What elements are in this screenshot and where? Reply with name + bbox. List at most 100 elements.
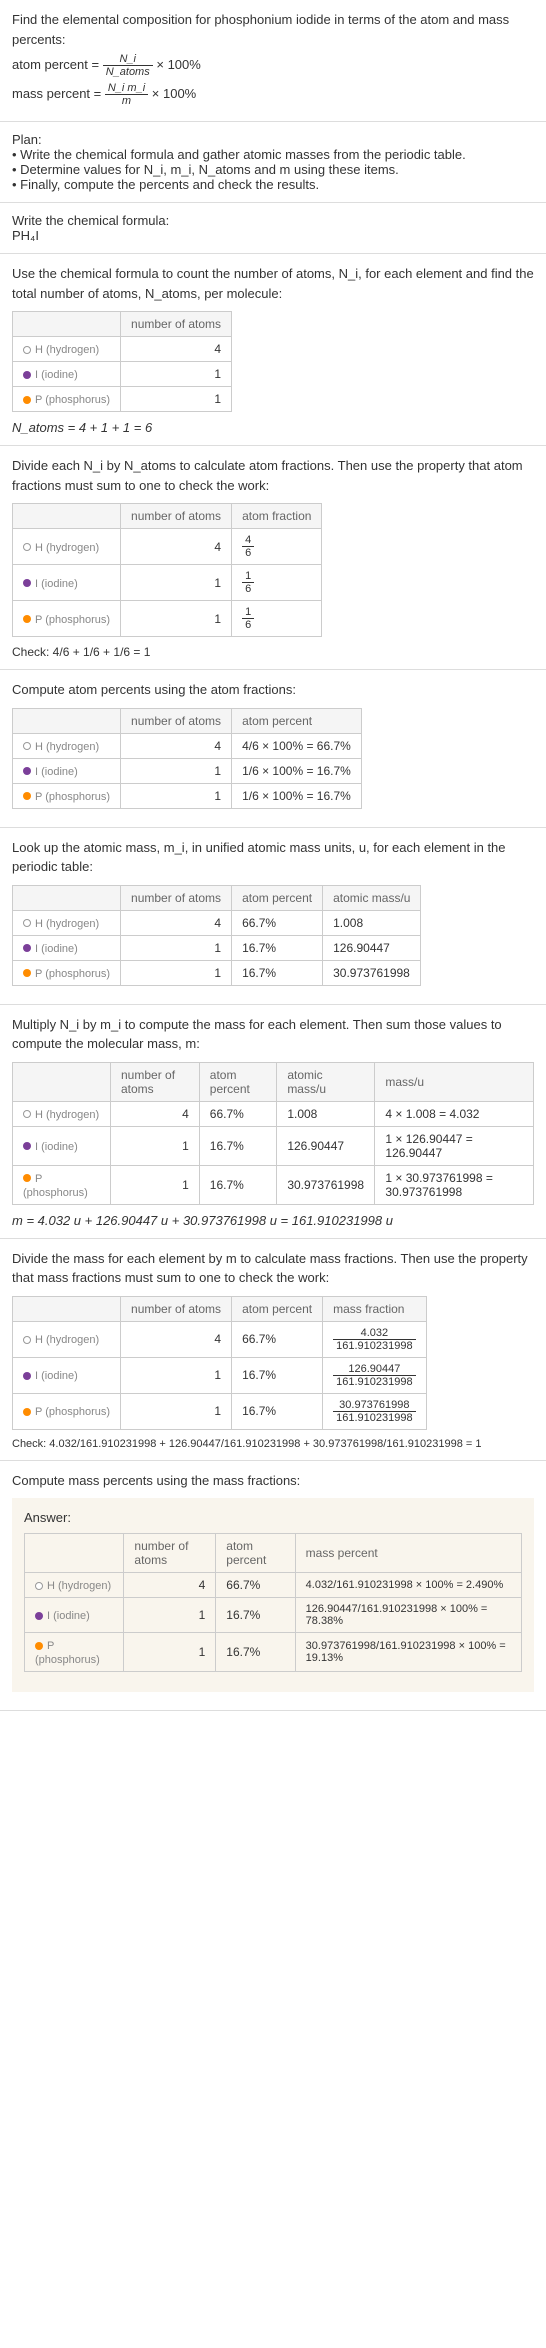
h-label: H (hydrogen) (47, 1580, 111, 1592)
plan-section: Plan: • Write the chemical formula and g… (0, 122, 546, 203)
mass-pct-label: mass percent = (12, 86, 105, 101)
count-text: Use the chemical formula to count the nu… (12, 264, 534, 303)
p-masspct: 30.973761998/161.910231998 × 100% = 19.1… (295, 1633, 521, 1672)
header-atoms: number of atoms (111, 1062, 200, 1101)
frac-num: N_i m_i (105, 82, 148, 95)
hydrogen-dot-icon (23, 919, 31, 927)
mass-percent-formula: mass percent = N_i m_i m × 100% (12, 82, 534, 107)
i-massfrac: 126.90447161.910231998 (333, 1363, 415, 1388)
atompct-text: Compute atom percents using the atom fra… (12, 680, 534, 700)
i-atoms: 1 (121, 935, 232, 960)
p-label: P (phosphorus) (23, 1173, 88, 1199)
i-pct: 16.7% (232, 935, 323, 960)
phosphorus-dot-icon (23, 615, 31, 623)
h-label: H (hydrogen) (35, 918, 99, 930)
p-atoms: 1 (111, 1165, 200, 1204)
p-atoms: 1 (121, 601, 232, 637)
frac-den: 161.910231998 (333, 1376, 415, 1388)
header-massfrac: mass fraction (323, 1296, 426, 1321)
h-label: H (hydrogen) (35, 741, 99, 753)
i-label: I (iodine) (35, 943, 78, 955)
h-pct: 66.7% (232, 1321, 323, 1357)
frac-num: 4.032 (333, 1327, 415, 1340)
atom-pct-fraction: N_i N_atoms (103, 53, 153, 78)
atom-fraction-table: number of atomsatom fraction H (hydrogen… (12, 503, 322, 637)
p-fraction: 16 (242, 606, 254, 631)
h-fraction: 46 (242, 534, 254, 559)
frac-num: 30.973761998 (333, 1399, 415, 1412)
header-masspct: mass percent (295, 1534, 521, 1573)
i-label: I (iodine) (35, 1141, 78, 1153)
table-row: H (hydrogen)4 (13, 337, 232, 362)
molecular-mass-section: Multiply N_i by m_i to compute the mass … (0, 1005, 546, 1239)
iodine-dot-icon (23, 944, 31, 952)
frac-den: 6 (242, 547, 254, 559)
iodine-dot-icon (35, 1612, 43, 1620)
hydrogen-dot-icon (23, 1110, 31, 1118)
table-row: P (phosphorus)116 (13, 601, 322, 637)
i-label: I (iodine) (35, 1370, 78, 1382)
atomfrac-text: Divide each N_i by N_atoms to calculate … (12, 456, 534, 495)
p-label: P (phosphorus) (35, 614, 110, 626)
frac-den: N_atoms (103, 66, 153, 78)
atom-fraction-section: Divide each N_i by N_atoms to calculate … (0, 446, 546, 670)
i-atoms: 1 (111, 1126, 200, 1165)
mass-fraction-section: Divide the mass for each element by m to… (0, 1239, 546, 1461)
hydrogen-dot-icon (23, 543, 31, 551)
masspct-text: Compute mass percents using the mass fra… (12, 1471, 534, 1491)
frac-num: 1 (242, 606, 254, 619)
table-row: I (iodine)116 (13, 565, 322, 601)
times-100: × 100% (156, 57, 200, 72)
i-mass: 126.90447 (323, 935, 421, 960)
table-row: H (hydrogen)466.7%4.032161.910231998 (13, 1321, 427, 1357)
table-row: H (hydrogen)466.7%4.032/161.910231998 × … (25, 1573, 522, 1598)
iodine-dot-icon (23, 767, 31, 775)
formula-heading: Write the chemical formula: (12, 213, 534, 228)
p-atoms: 1 (121, 783, 232, 808)
i-fraction: 16 (242, 570, 254, 595)
i-label: I (iodine) (47, 1610, 90, 1622)
plan-step1: • Write the chemical formula and gather … (12, 147, 534, 162)
h-label: H (hydrogen) (35, 344, 99, 356)
header-atoms: number of atoms (121, 1296, 232, 1321)
frac-num: 126.90447 (333, 1363, 415, 1376)
atomic-mass-section: Look up the atomic mass, m_i, in unified… (0, 828, 546, 1005)
formula-section: Write the chemical formula: PH₄I (0, 203, 546, 254)
header-pct: atom percent (216, 1534, 295, 1573)
p-atoms: 1 (121, 960, 232, 985)
phosphorus-dot-icon (23, 792, 31, 800)
p-label: P (phosphorus) (35, 791, 110, 803)
i-mass: 126.90447 (277, 1126, 375, 1165)
i-atoms: 1 (121, 362, 232, 387)
p-pct: 16.7% (232, 1393, 323, 1429)
phosphorus-dot-icon (23, 1174, 31, 1182)
h-pct: 4/6 × 100% = 66.7% (232, 733, 362, 758)
frac-num: 1 (242, 570, 254, 583)
header-atoms: number of atoms (121, 708, 232, 733)
table-row: I (iodine) 116.7%126.90447 (13, 935, 421, 960)
phosphorus-dot-icon (35, 1642, 43, 1650)
h-masspct: 4.032/161.910231998 × 100% = 2.490% (295, 1573, 521, 1598)
p-mass: 30.973761998 (277, 1165, 375, 1204)
frac-den: m (105, 95, 148, 107)
atomic-mass-table: number of atomsatom percentatomic mass/u… (12, 885, 421, 986)
header-massu: mass/u (375, 1062, 534, 1101)
frac-den: 161.910231998 (333, 1412, 415, 1424)
hydrogen-dot-icon (23, 1336, 31, 1344)
phosphorus-dot-icon (23, 396, 31, 404)
p-label: P (phosphorus) (35, 1406, 110, 1418)
mass-percent-section: Compute mass percents using the mass fra… (0, 1461, 546, 1712)
answer-box: Answer: number of atomsatom percentmass … (12, 1498, 534, 1692)
atoms-count-table: number of atoms H (hydrogen)4 I (iodine)… (12, 311, 232, 412)
atom-pct-label: atom percent = (12, 57, 103, 72)
intro-section: Find the elemental composition for phosp… (0, 0, 546, 122)
h-pct: 66.7% (199, 1101, 277, 1126)
molmass-text: Multiply N_i by m_i to compute the mass … (12, 1015, 534, 1054)
h-atoms: 4 (121, 910, 232, 935)
hydrogen-dot-icon (23, 346, 31, 354)
p-atoms: 1 (121, 387, 232, 412)
iodine-dot-icon (23, 1372, 31, 1380)
table-row: I (iodine)116.7%126.90447/161.910231998 … (25, 1598, 522, 1633)
atom-percent-formula: atom percent = N_i N_atoms × 100% (12, 53, 534, 78)
count-atoms-section: Use the chemical formula to count the nu… (0, 254, 546, 446)
